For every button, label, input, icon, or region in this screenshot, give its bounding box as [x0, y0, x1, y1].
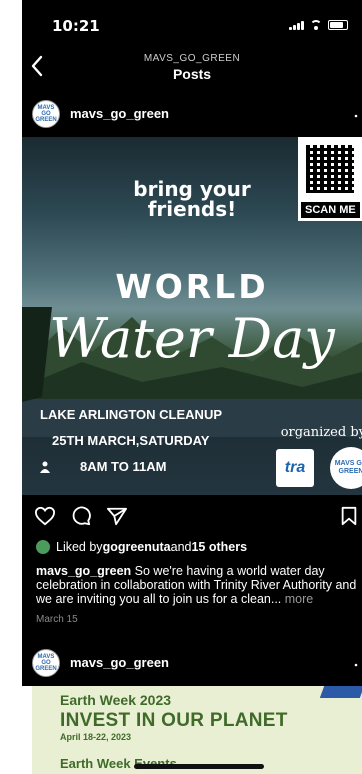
post-username[interactable]: mavs_go_green	[70, 655, 169, 670]
bring-friends-text: bring your friends!	[133, 177, 251, 221]
post-actions	[22, 502, 362, 530]
earth-week-dates: April 18-22, 2023	[60, 732, 132, 742]
invest-heading: INVEST IN OUR PLANET	[60, 710, 288, 731]
post-date: March 15	[36, 614, 78, 625]
liked-user[interactable]: gogreenuta	[103, 540, 171, 554]
cellular-signal-icon	[289, 20, 304, 30]
avatar[interactable]: MAVS GO GREEN	[32, 100, 60, 128]
post-header: MAVS GO GREEN mavs_go_green	[22, 97, 362, 133]
bookmark-icon[interactable]	[340, 506, 358, 526]
person-icon	[40, 461, 50, 473]
status-icons	[289, 20, 348, 30]
caption-username[interactable]: mavs_go_green	[36, 564, 131, 578]
status-time: 10:21	[52, 17, 100, 35]
mavs-go-green-logo: MAVS GO GREEN	[330, 447, 362, 489]
comment-icon[interactable]	[70, 506, 92, 526]
scan-me-label: SCAN ME	[301, 202, 360, 218]
earth-week-heading: Earth Week 2023	[60, 692, 172, 708]
event-date: 25TH MARCH,SATURDAY	[52, 433, 210, 448]
tra-logo: tra	[276, 449, 314, 487]
liked-prefix: Liked by	[56, 540, 103, 554]
status-bar: 10:21	[22, 0, 362, 44]
post-header-2: MAVS GO GREEN mavs_go_green	[22, 646, 362, 682]
liker-avatar	[36, 540, 50, 554]
more-options-icon[interactable]	[354, 652, 358, 671]
post-image-2[interactable]: Earth Week 2023 INVEST IN OUR PLANET Apr…	[22, 686, 362, 774]
organized-by-text: organized by	[280, 425, 362, 440]
water-day-text: Water Day	[49, 307, 335, 370]
event-location: LAKE ARLINGTON CLEANUP	[40, 407, 222, 422]
event-time: 8AM TO 11AM	[80, 459, 167, 474]
avatar[interactable]: MAVS GO GREEN	[32, 649, 60, 677]
page-title: Posts	[172, 66, 212, 82]
heart-icon[interactable]	[34, 506, 56, 526]
wifi-icon	[309, 20, 323, 30]
qr-code[interactable]: SCAN ME	[298, 137, 362, 221]
likes-summary[interactable]: Liked by gogreenuta and 15 others	[36, 540, 247, 554]
liked-count[interactable]: 15 others	[191, 540, 247, 554]
post-image[interactable]: SCAN ME bring your friends! WORLD Water …	[22, 137, 362, 495]
liked-and: and	[170, 540, 192, 554]
battery-icon	[328, 20, 348, 30]
more-options-icon[interactable]	[354, 103, 358, 122]
poster-accent-bar	[319, 686, 362, 698]
share-icon[interactable]	[106, 506, 128, 526]
caption-more-link[interactable]: more	[281, 592, 313, 606]
post-caption: mavs_go_green So we're having a world wa…	[36, 564, 360, 606]
post-username[interactable]: mavs_go_green	[70, 106, 169, 121]
account-subtitle: MAVS_GO_GREEN	[143, 53, 241, 64]
nav-bar: MAVS_GO_GREEN Posts	[22, 44, 362, 94]
phone-screen: 10:21 MAVS_GO_GREEN Posts MAVS GO GREEN …	[22, 0, 362, 774]
home-indicator[interactable]	[134, 764, 264, 769]
world-text: WORLD	[115, 267, 269, 306]
